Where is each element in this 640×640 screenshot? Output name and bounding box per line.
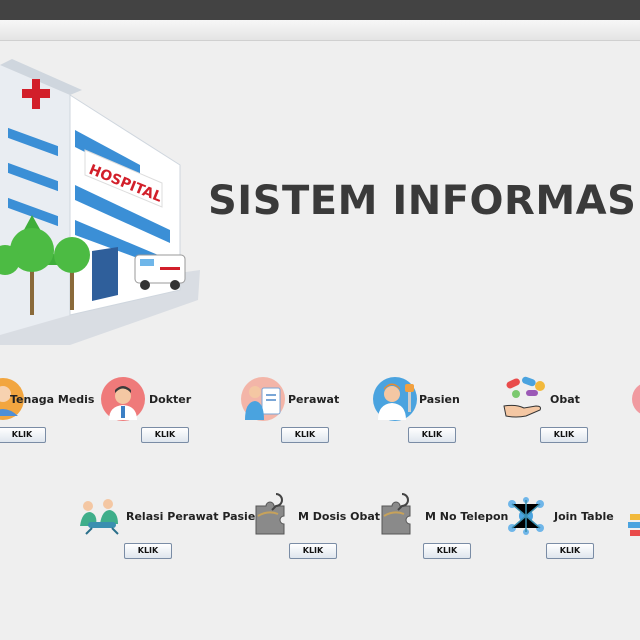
klik-button-perawat[interactable]: KLIK (281, 427, 329, 443)
klik-button-m-dosis-obat[interactable]: KLIK (289, 543, 337, 559)
klik-button-relasi-perawat-pasien[interactable]: KLIK (124, 543, 172, 559)
window-titlebar (0, 0, 640, 20)
menu-label-pasien: Pasien (419, 393, 460, 406)
hospital-illustration: HOSPITAL (0, 59, 200, 345)
klik-button-join-table[interactable]: KLIK (546, 543, 594, 559)
menu-label-m-no-telepon: M No Telepon (425, 510, 509, 523)
klik-button-tenaga-medis[interactable]: KLIK (0, 427, 46, 443)
menu-label-dokter: Dokter (149, 393, 192, 406)
patient-icon (373, 377, 417, 421)
doctor-icon (101, 377, 145, 421)
menu-label-perawat: Perawat (288, 393, 340, 406)
page-title: SISTEM INFORMASI (208, 178, 640, 224)
medicine-icon (503, 376, 545, 418)
clipped-menu-icon (632, 384, 640, 414)
menu-label-join-table: Join Table (554, 510, 614, 523)
menu-label-obat: Obat (550, 393, 580, 406)
nurse-icon (241, 377, 285, 421)
klik-button-dokter[interactable]: KLIK (141, 427, 189, 443)
nurse-patient-relation-icon (80, 499, 119, 535)
network-join-icon (508, 497, 544, 535)
klik-button-obat[interactable]: KLIK (540, 427, 588, 443)
window-toolbar (0, 20, 640, 41)
menu-label-tenaga-medis: Tenaga Medis (10, 393, 95, 406)
puzzle-key-icon (381, 493, 411, 535)
menu-label-relasi-perawat-pasien: Relasi Perawat Pasien (126, 510, 264, 523)
klik-button-pasien[interactable]: KLIK (408, 427, 456, 443)
menu-label-m-dosis-obat: M Dosis Obat (298, 510, 381, 523)
clipped-menu-icon-2 (628, 514, 640, 536)
klik-button-m-no-telepon[interactable]: KLIK (423, 543, 471, 559)
puzzle-key-icon (255, 493, 285, 535)
